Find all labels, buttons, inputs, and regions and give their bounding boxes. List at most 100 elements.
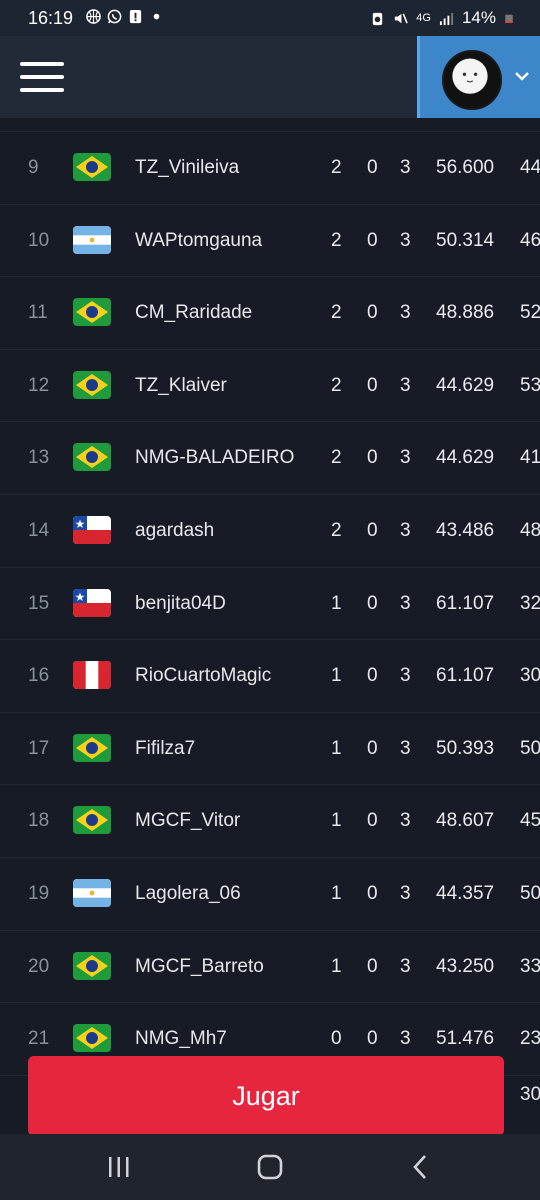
table-row[interactable]: 11 CM_Raridade 2 0 3 48.886 52 — [0, 277, 540, 350]
player-name[interactable]: CM_Raridade — [135, 277, 252, 348]
app-header — [0, 36, 540, 118]
player-name[interactable]: WAPtomgauna — [135, 205, 262, 276]
rank-cell: 12 — [28, 374, 50, 396]
player-name[interactable]: TZ_Klaiver — [135, 350, 227, 421]
score-cell: 61.107 — [436, 665, 495, 687]
score-cell: 48.607 — [436, 810, 495, 832]
draws-cell: 0 — [367, 810, 378, 832]
play-button[interactable]: Jugar — [28, 1056, 504, 1136]
wins-cell: 2 — [331, 302, 342, 324]
extra-cell: 33 — [520, 955, 540, 977]
player-name[interactable]: NMG-BALADEIRO — [135, 422, 294, 493]
peru-flag-icon — [73, 661, 111, 690]
player-name[interactable]: RioCuartoMagic — [135, 640, 271, 711]
system-nav-bar — [0, 1134, 540, 1200]
wins-cell: 2 — [331, 519, 342, 541]
rank-cell: 9 — [28, 157, 39, 178]
brazil-flag-icon — [73, 443, 111, 472]
wins-cell: 2 — [331, 447, 342, 469]
system-status: 4G 14% — [370, 8, 514, 28]
draws-cell: 0 — [367, 737, 378, 759]
player-name[interactable]: MGCF_Vitor — [135, 785, 240, 856]
draws-cell: 0 — [367, 374, 378, 396]
extra-cell: 32 — [520, 592, 540, 614]
table-row[interactable]: 15 benjita04D 1 0 3 61.107 32 — [0, 568, 540, 641]
losses-cell: 3 — [400, 810, 411, 832]
chevron-down-icon[interactable] — [514, 68, 530, 84]
home-icon[interactable] — [255, 1152, 285, 1182]
losses-cell: 3 — [400, 665, 411, 687]
brazil-flag-icon — [73, 298, 111, 327]
wins-cell: 1 — [331, 737, 342, 759]
alarm-icon — [373, 12, 383, 25]
table-row[interactable]: 18 MGCF_Vitor 1 0 3 48.607 45 — [0, 785, 540, 858]
rank-cell: 18 — [28, 810, 50, 832]
rank-cell: 19 — [28, 882, 50, 904]
table-row[interactable]: 13 NMG-BALADEIRO 2 0 3 44.629 41 — [0, 422, 540, 495]
argentina-flag-icon — [73, 225, 111, 254]
status-bar: 16:19 4G 14% — [0, 0, 540, 36]
table-row[interactable]: 19 Lagolera_06 1 0 3 44.357 50 — [0, 858, 540, 931]
face-avatar-icon — [442, 50, 502, 110]
table-row[interactable]: 16 RioCuartoMagic 1 0 3 61.107 30 — [0, 640, 540, 713]
losses-cell: 3 — [400, 592, 411, 614]
table-row[interactable]: 12 TZ_Klaiver 2 0 3 44.629 53 — [0, 350, 540, 423]
losses-cell: 3 — [400, 229, 411, 251]
rank-cell: 15 — [28, 592, 50, 614]
score-cell: 61.107 — [436, 592, 495, 614]
score-cell: 50.314 — [436, 229, 495, 251]
battery-level: 14% — [461, 8, 496, 27]
draws-cell: 0 — [367, 519, 378, 541]
extra-cell: 53 — [520, 374, 540, 396]
player-name[interactable]: benjita04D — [135, 568, 226, 639]
extra-cell: 50 — [520, 737, 540, 759]
losses-cell: 3 — [400, 737, 411, 759]
draws-cell: 0 — [367, 955, 378, 977]
player-name[interactable]: Lagolera_06 — [135, 858, 241, 929]
chile-flag-icon — [73, 515, 111, 544]
losses-cell: 3 — [400, 882, 411, 904]
extra-cell: 45 — [520, 810, 540, 832]
losses-cell: 3 — [400, 157, 411, 178]
score-cell: 43.486 — [436, 519, 495, 541]
wins-cell: 1 — [331, 955, 342, 977]
ranking-table: 9 TZ_Vinileiva 2 0 3 56.600 44 10 WAPtomgauna 2 0 3… — [0, 131, 540, 1076]
rank-cell: 17 — [28, 737, 50, 759]
extra-cell: 46 — [520, 229, 540, 251]
draws-cell: 0 — [367, 592, 378, 614]
score-cell: 44.629 — [436, 374, 495, 396]
table-row[interactable]: 14 agardash 2 0 3 43.486 48 — [0, 495, 540, 568]
losses-cell: 3 — [400, 447, 411, 469]
losses-cell: 3 — [400, 302, 411, 324]
brazil-flag-icon — [73, 733, 111, 762]
rank-cell: 10 — [28, 229, 50, 251]
table-row[interactable]: 20 MGCF_Barreto 1 0 3 43.250 33 — [0, 931, 540, 1004]
player-name[interactable]: Fifilza7 — [135, 713, 195, 784]
losses-cell: 3 — [400, 519, 411, 541]
rank-cell: 16 — [28, 665, 50, 687]
losses-cell: 3 — [400, 955, 411, 977]
clock: 16:19 — [28, 8, 74, 28]
draws-cell: 0 — [367, 157, 378, 178]
losses-cell: 3 — [400, 374, 411, 396]
hamburger-menu-icon[interactable] — [20, 62, 64, 92]
argentina-flag-icon — [73, 878, 111, 907]
table-row[interactable]: 9 TZ_Vinileiva 2 0 3 56.600 44 — [0, 131, 540, 205]
score-cell: 44.357 — [436, 882, 495, 904]
wins-cell: 1 — [331, 882, 342, 904]
notification-icons — [86, 9, 164, 24]
rank-cell: 13 — [28, 447, 50, 469]
table-row[interactable]: 10 WAPtomgauna 2 0 3 50.314 46 — [0, 205, 540, 278]
dot-icon — [153, 13, 160, 20]
back-icon[interactable] — [406, 1152, 436, 1182]
player-name[interactable]: MGCF_Barreto — [135, 931, 264, 1002]
player-name[interactable]: TZ_Vinileiva — [135, 132, 239, 203]
brazil-flag-icon — [73, 806, 111, 835]
recents-icon[interactable] — [104, 1152, 134, 1182]
draws-cell: 0 — [367, 229, 378, 251]
rank-cell: 14 — [28, 519, 50, 541]
wins-cell: 1 — [331, 665, 342, 687]
player-name[interactable]: agardash — [135, 495, 214, 566]
profile-menu[interactable] — [417, 36, 540, 118]
table-row[interactable]: 17 Fifilza7 1 0 3 50.393 50 — [0, 713, 540, 786]
